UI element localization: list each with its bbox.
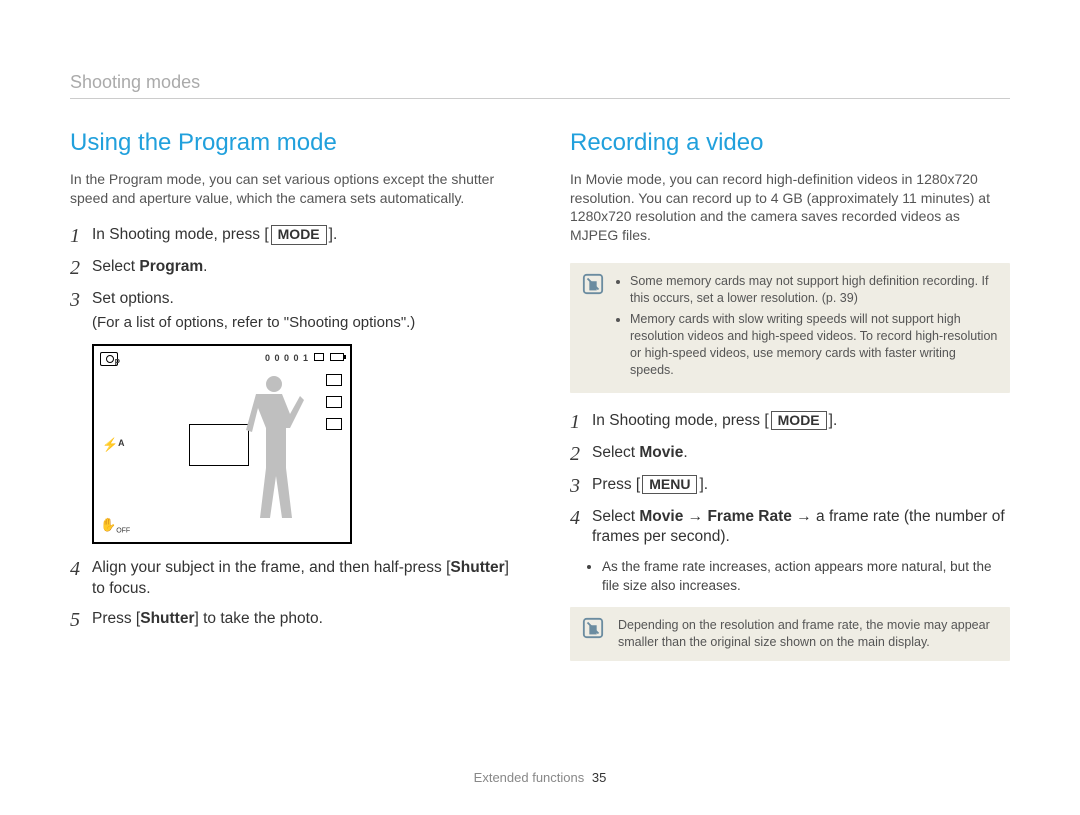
left-step-3: 3 Set options. (For a list of options, r… [70,289,510,333]
shot-counter: 0 0 0 0 1 [265,353,309,363]
mode-button: MODE [771,411,827,431]
left-column: Using the Program mode In the Program mo… [70,127,510,678]
flash-auto-icon: ⚡ᴬ [102,436,125,454]
note-box-2: Depending on the resolution and frame ra… [570,607,1010,661]
step-bold: Movie [639,444,683,461]
right-steps: 1 In Shooting mode, press [MODE]. 2 Sele… [570,411,1010,549]
left-step-2: 2 Select Program. [70,257,510,279]
page-number: 35 [592,770,606,785]
content-columns: Using the Program mode In the Program mo… [70,127,1010,678]
step-number: 5 [70,609,92,631]
step-number: 1 [70,225,92,247]
left-step-1: 1 In Shooting mode, press [MODE]. [70,225,510,247]
note-text: Memory cards with slow writing speeds wi… [630,311,998,379]
step-number: 1 [570,411,592,433]
step-text: Set options. [92,290,174,307]
page-footer: Extended functions 35 [0,769,1080,787]
step-bold: Frame Rate [707,508,791,525]
step-text: ]. [829,412,838,429]
step-text: Select [592,444,639,461]
note-box-1: Some memory cards may not support high d… [570,263,1010,392]
battery-icon [330,353,344,361]
info-icon [582,617,604,639]
left-steps-cont: 4 Align your subject in the frame, and t… [70,558,510,632]
step-bold: Shutter [140,610,194,627]
left-steps: 1 In Shooting mode, press [MODE]. 2 Sele… [70,225,510,333]
step-text: ]. [699,476,708,493]
right-intro: In Movie mode, you can record high-defin… [570,170,1010,246]
left-intro: In the Program mode, you can set various… [70,170,510,208]
antishake-off-icon: ✋OFF [100,516,130,536]
info-icon [582,273,604,295]
arrow: → [683,508,707,525]
person-silhouette [244,376,304,526]
step-text: . [203,258,207,275]
step-number: 2 [570,443,592,465]
right-step-4: 4 Select Movie → Frame Rate → a frame ra… [570,507,1010,549]
right-step-3: 3 Press [MENU]. [570,475,1010,497]
menu-button: MENU [642,475,697,495]
program-mode-icon: P [100,352,118,366]
step-text: Select [592,508,639,525]
right-heading: Recording a video [570,127,1010,159]
step-number: 3 [570,475,592,497]
step-text: Align your subject in the frame, and the… [92,559,450,576]
right-step-2: 2 Select Movie. [570,443,1010,465]
step-bold: Program [139,258,203,275]
step-number: 4 [570,507,592,529]
step-text: . [683,444,687,461]
left-step-5: 5 Press [Shutter] to take the photo. [70,609,510,631]
breadcrumb: Shooting modes [70,70,1010,99]
af-frame [189,424,249,466]
sub-bullet-text: As the frame rate increases, action appe… [602,558,1010,594]
right-step-1: 1 In Shooting mode, press [MODE]. [570,411,1010,433]
step-text: Press [ [592,476,640,493]
step-text: ]. [329,226,338,243]
step-bold: Movie [639,508,683,525]
step-text: Select [92,258,139,275]
mode-button: MODE [271,225,327,245]
camera-preview-figure: P 0 0 0 0 1 ⚡ᴬ ✋OFF [92,344,352,544]
step-text: Press [ [92,610,140,627]
note-text: Some memory cards may not support high d… [630,273,998,307]
step-bold: Shutter [450,559,504,576]
quality-icon [326,396,342,408]
step-text: In Shooting mode, press [ [592,412,769,429]
left-heading: Using the Program mode [70,127,510,159]
footer-label: Extended functions [474,770,585,785]
right-column: Recording a video In Movie mode, you can… [570,127,1010,678]
step-number: 3 [70,289,92,311]
iso-icon [326,418,342,430]
step-number: 2 [70,257,92,279]
resolution-icon [326,374,342,386]
left-step-4: 4 Align your subject in the frame, and t… [70,558,510,600]
step-text: In Shooting mode, press [ [92,226,269,243]
sd-card-icon [314,353,324,361]
step4-sub-bullets: As the frame rate increases, action appe… [570,558,1010,594]
step-text: ] to take the photo. [194,610,322,627]
step-subtext: (For a list of options, refer to "Shooti… [92,313,510,333]
step-number: 4 [70,558,92,580]
side-icons [324,374,344,430]
arrow: → [792,508,816,525]
note-text: Depending on the resolution and frame ra… [614,617,998,651]
